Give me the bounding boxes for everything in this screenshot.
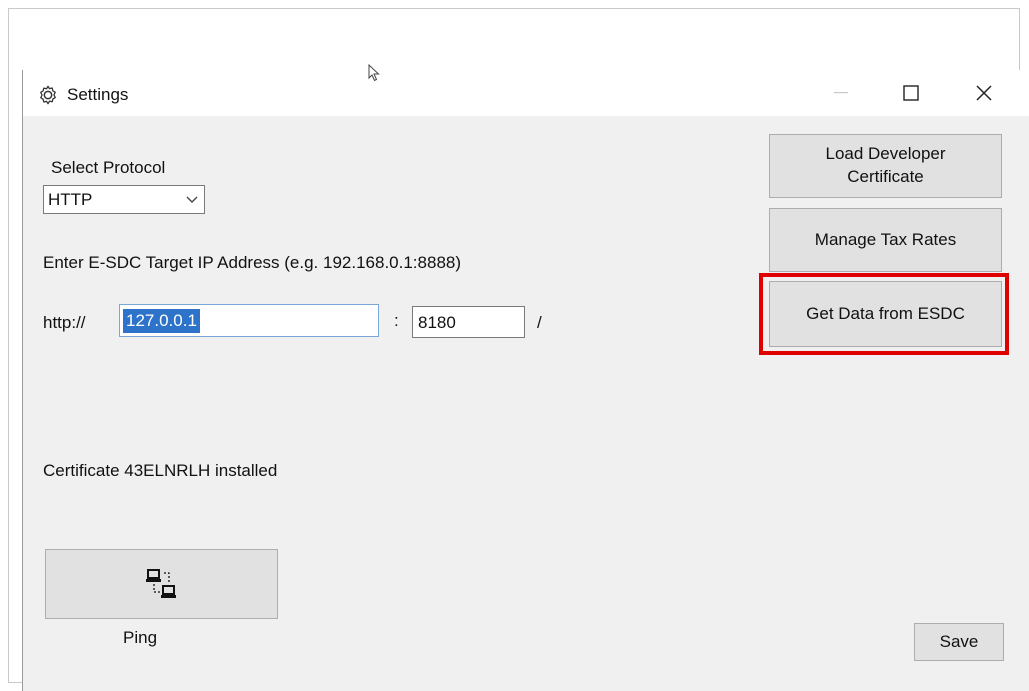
close-icon xyxy=(976,85,992,101)
manage-tax-rates-button[interactable]: Manage Tax Rates xyxy=(769,208,1002,272)
protocol-select[interactable]: HTTP xyxy=(43,185,205,214)
protocol-select-value: HTTP xyxy=(48,190,93,209)
title-bar: Settings xyxy=(23,64,1029,116)
select-protocol-label: Select Protocol xyxy=(51,158,166,177)
minimize-button[interactable] xyxy=(818,70,864,116)
settings-window: Settings Select Protocol HTTP Enter E-SD… xyxy=(22,64,1029,691)
ip-address-value: 127.0.0.1 xyxy=(123,309,200,333)
maximize-icon xyxy=(903,85,919,101)
ping-button[interactable] xyxy=(45,549,278,619)
port-input[interactable]: 8180 xyxy=(412,306,525,338)
manage-tax-rates-label: Manage Tax Rates xyxy=(814,229,957,249)
save-label: Save xyxy=(939,631,979,651)
save-button[interactable]: Save xyxy=(914,623,1004,661)
gear-icon xyxy=(40,85,56,105)
chevron-down-icon xyxy=(186,196,198,203)
port-value: 8180 xyxy=(418,313,456,332)
scheme-label: http:// xyxy=(43,313,86,332)
highlight-annotation xyxy=(759,273,1009,355)
ip-address-input[interactable]: 127.0.0.1 xyxy=(119,304,379,337)
certificate-status: Certificate 43ELNRLH installed xyxy=(43,461,278,480)
maximize-button[interactable] xyxy=(888,70,934,116)
load-developer-certificate-label: Load Developer Certificate xyxy=(825,144,946,186)
load-developer-certificate-button[interactable]: Load Developer Certificate xyxy=(769,134,1002,198)
network-computers-icon xyxy=(145,569,176,598)
minimize-icon xyxy=(834,92,848,94)
path-separator: / xyxy=(537,313,542,332)
mouse-cursor-icon xyxy=(368,64,380,82)
ping-label: Ping xyxy=(123,628,158,647)
close-button[interactable] xyxy=(961,70,1007,116)
target-ip-label: Enter E-SDC Target IP Address (e.g. 192.… xyxy=(43,253,462,272)
port-separator: : xyxy=(394,311,399,330)
window-title: Settings xyxy=(67,85,129,104)
